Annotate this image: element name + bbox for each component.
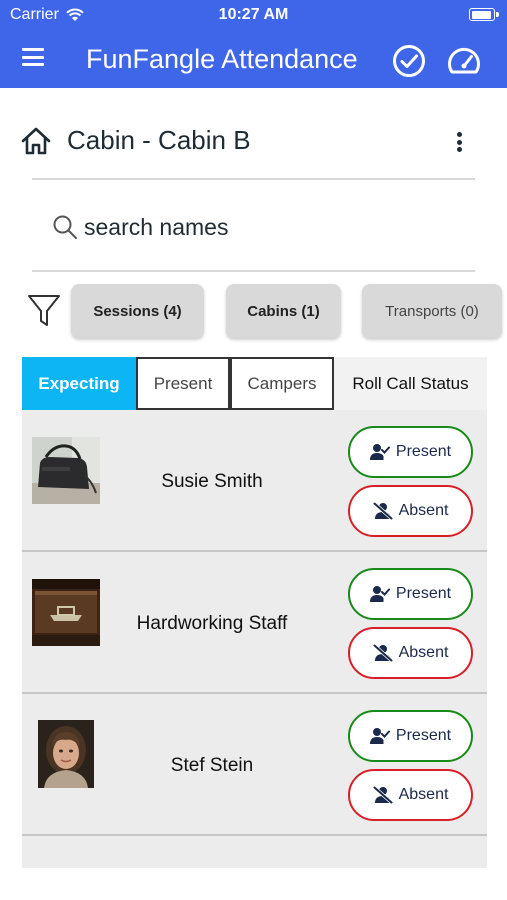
cabins-filter-chip[interactable]: Cabins (1)	[226, 284, 341, 338]
tab-present[interactable]: Present	[136, 357, 230, 410]
sessions-filter-chip[interactable]: Sessions (4)	[71, 284, 204, 338]
menu-icon[interactable]	[22, 48, 44, 66]
check-circle-icon[interactable]	[392, 44, 426, 78]
user-slash-icon	[372, 786, 393, 804]
person-name: Hardworking Staff	[136, 613, 288, 634]
user-slash-icon	[372, 644, 393, 662]
list-item: Hardworking Staff Present Absent	[22, 552, 487, 694]
mark-absent-button[interactable]: Absent	[348, 627, 473, 679]
page-title: Cabin - Cabin B	[67, 125, 251, 155]
absent-label: Absent	[398, 644, 449, 661]
person-name: Stef Stein	[170, 755, 254, 776]
filter-icon[interactable]	[26, 292, 62, 330]
status-bar: Carrier 10:27 AM	[0, 0, 507, 30]
user-slash-icon	[372, 502, 393, 520]
present-label: Present	[395, 727, 452, 744]
tab-bar: Expecting Present Campers Roll Call Stat…	[22, 357, 487, 410]
user-check-icon	[369, 586, 390, 602]
avatar	[32, 437, 100, 504]
list-item: Stef Stein Present Absent	[22, 694, 487, 836]
avatar	[38, 720, 94, 788]
mark-present-button[interactable]: Present	[348, 426, 473, 478]
avatar	[32, 579, 100, 646]
user-check-icon	[369, 728, 390, 744]
user-check-icon	[369, 444, 390, 460]
tab-expecting[interactable]: Expecting	[22, 357, 136, 410]
mark-absent-button[interactable]: Absent	[348, 769, 473, 821]
attendance-list: Susie Smith Present Absent Hardworking S…	[22, 410, 487, 868]
absent-label: Absent	[398, 502, 449, 519]
mark-present-button[interactable]: Present	[348, 710, 473, 762]
mark-present-button[interactable]: Present	[348, 568, 473, 620]
transports-filter-chip[interactable]: Transports (0)	[362, 284, 502, 338]
absent-label: Absent	[398, 786, 449, 803]
search-input[interactable]	[84, 210, 464, 244]
status-time: 10:27 AM	[218, 6, 289, 23]
divider	[32, 270, 475, 272]
home-icon[interactable]	[20, 126, 52, 156]
divider	[32, 178, 475, 180]
speedometer-icon[interactable]	[446, 44, 482, 78]
app-header: Carrier 10:27 AM FunFangle Attendance	[0, 0, 507, 88]
nav-bar: FunFangle Attendance	[0, 30, 507, 88]
battery-icon	[469, 8, 499, 21]
present-label: Present	[395, 585, 452, 602]
tab-roll-call-status[interactable]: Roll Call Status	[334, 357, 487, 410]
list-item: Susie Smith Present Absent	[22, 410, 487, 552]
search-icon	[53, 215, 77, 239]
present-label: Present	[395, 443, 452, 460]
mark-absent-button[interactable]: Absent	[348, 485, 473, 537]
tab-campers[interactable]: Campers	[230, 357, 334, 410]
kebab-menu-icon[interactable]	[454, 130, 464, 154]
person-name: Susie Smith	[161, 471, 263, 492]
app-title: FunFangle Attendance	[86, 44, 358, 74]
